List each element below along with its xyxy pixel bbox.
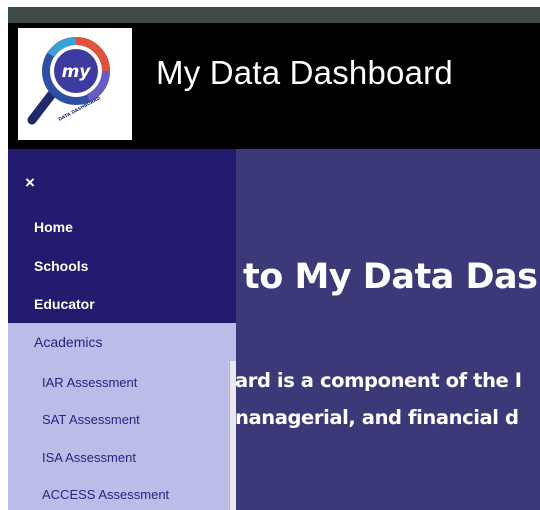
submenu-item-access-assessment[interactable]: ACCESS Assessment (42, 487, 169, 502)
submenu-item-sat-assessment[interactable]: SAT Assessment (42, 412, 140, 427)
logo[interactable]: my DATA DASHBOARD (18, 28, 132, 140)
sidebar-item-home[interactable]: Home (34, 219, 73, 235)
logo-main-text: my (62, 62, 92, 82)
close-icon[interactable]: × (25, 173, 35, 193)
browser-top-strip (8, 7, 540, 23)
sidebar-scrollbar-thumb[interactable] (229, 361, 236, 510)
main-content: to My Data Dash ard is a component of th… (236, 149, 540, 510)
submenu-item-isa-assessment[interactable]: ISA Assessment (42, 450, 136, 465)
magnifier-logo-icon: my DATA DASHBOARD (27, 37, 110, 125)
sidebar-item-schools[interactable]: Schools (34, 258, 88, 274)
sidebar-item-academics[interactable]: Academics (34, 334, 102, 350)
site-title: My Data Dashboard (156, 54, 453, 91)
description-line-2: nanagerial, and financial d (236, 406, 519, 429)
site-header: my DATA DASHBOARD My Data Dashboard (8, 23, 540, 149)
sidebar-item-educator[interactable]: Educator (34, 296, 95, 312)
welcome-heading: to My Data Dash (243, 257, 540, 297)
description-line-1: ard is a component of the I (236, 369, 522, 392)
submenu-item-iar-assessment[interactable]: IAR Assessment (42, 375, 137, 390)
